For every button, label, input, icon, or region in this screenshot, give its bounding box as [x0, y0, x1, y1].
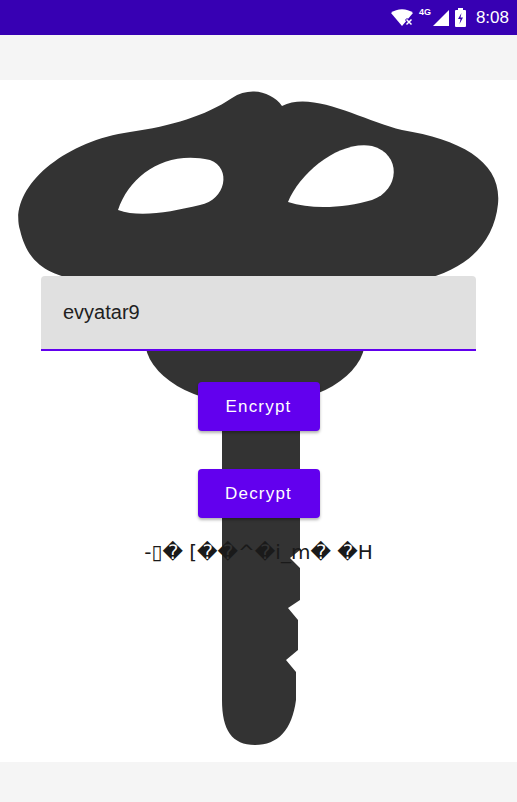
main-content: evyatar9 Encrypt Decrypt -▯� [��^�i_m� �H	[0, 80, 517, 762]
wifi-icon	[391, 9, 413, 27]
signal-icon	[433, 9, 449, 27]
battery-icon	[455, 8, 466, 27]
phone-screen: 4G 8:08 evyatar9 Encrypt Decrypt -▯� [��^�i_m…	[0, 0, 517, 802]
navigation-bar	[0, 762, 517, 802]
network-label: 4G	[419, 7, 431, 17]
status-bar: 4G 8:08	[0, 0, 517, 35]
output-text: -▯� [��^�i_m� �H	[144, 540, 373, 564]
app-bar	[0, 35, 517, 80]
decrypt-button[interactable]: Decrypt	[198, 469, 320, 518]
encrypt-button[interactable]: Encrypt	[198, 382, 320, 431]
text-input[interactable]: evyatar9	[41, 276, 476, 351]
clock: 8:08	[476, 8, 509, 28]
